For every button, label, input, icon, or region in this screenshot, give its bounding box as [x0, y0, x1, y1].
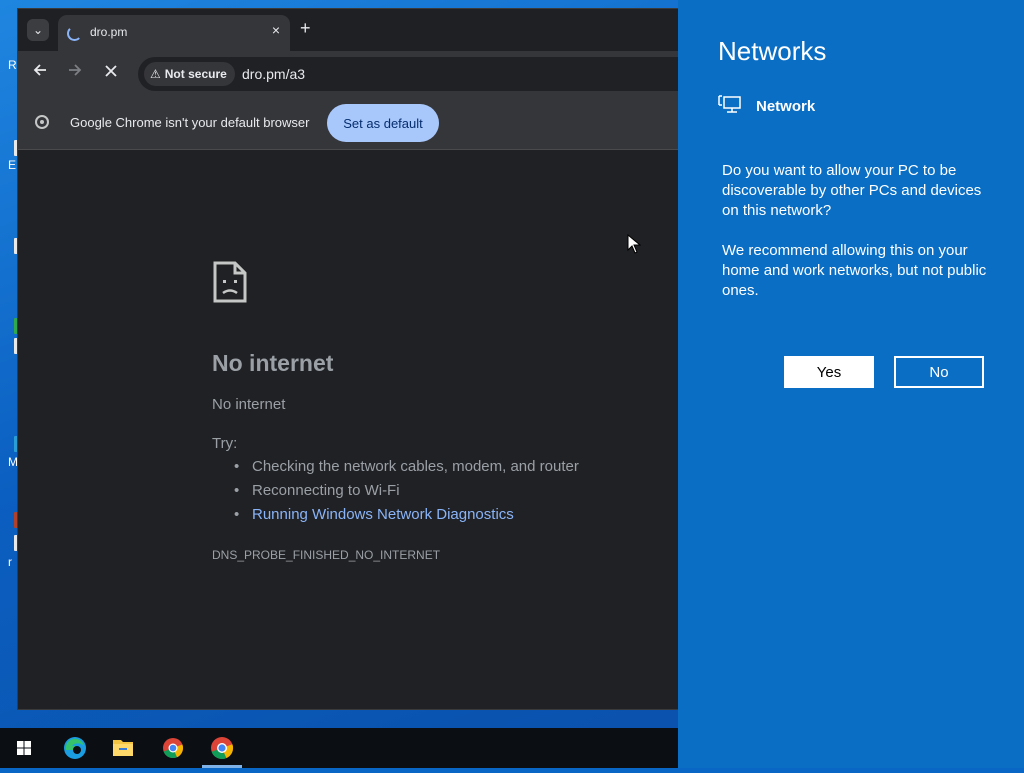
new-tab-button[interactable]: +: [300, 18, 311, 39]
chrome-icon: [211, 737, 234, 760]
networks-flyout: Networks Network Do you want to allow yo…: [678, 0, 1024, 768]
error-title: No internet: [212, 350, 334, 376]
chrome-window: ⌄ dro.pm × + ⚠ Not secure dro.pm/a3 Googl…: [18, 9, 680, 709]
chrome-logo-icon: [35, 115, 49, 129]
yes-button[interactable]: Yes: [784, 356, 874, 388]
desktop-icon-label[interactable]: M: [8, 455, 18, 469]
url-text[interactable]: dro.pm/a3: [242, 66, 305, 82]
chrome-icon: [163, 738, 184, 759]
suggestion-item: Checking the network cables, modem, and …: [234, 458, 579, 482]
network-diagnostics-link[interactable]: Running Windows Network Diagnostics: [234, 506, 579, 530]
edge-icon: [64, 737, 86, 759]
folder-icon: [113, 740, 133, 756]
desktop-icon-label[interactable]: r: [8, 555, 12, 569]
suggestion-list: Checking the network cables, modem, and …: [212, 458, 579, 530]
error-subtitle: No internet: [212, 396, 286, 413]
taskbar-chrome[interactable]: [151, 728, 195, 768]
tab-strip: ⌄ dro.pm × +: [18, 9, 680, 51]
infobar-message: Google Chrome isn't your default browser: [70, 115, 310, 130]
windows-logo-icon: [17, 741, 31, 755]
start-button[interactable]: [2, 728, 46, 768]
flyout-title: Networks: [718, 36, 827, 66]
warning-icon: ⚠: [150, 67, 161, 81]
forward-arrow-icon[interactable]: [67, 62, 83, 83]
stop-loading-icon[interactable]: [104, 62, 118, 83]
error-page: No internet No internet Try: Checking th…: [18, 150, 680, 709]
no-button[interactable]: No: [894, 356, 984, 388]
desktop-icon-label[interactable]: R: [8, 58, 17, 72]
back-arrow-icon[interactable]: [32, 62, 48, 83]
security-chip[interactable]: ⚠ Not secure: [144, 62, 235, 86]
discoverable-question: Do you want to allow your PC to be disco…: [722, 162, 982, 219]
error-code: DNS_PROBE_FINISHED_NO_INTERNET: [212, 548, 441, 562]
taskbar-edge[interactable]: [53, 728, 97, 768]
taskbar-file-explorer[interactable]: [101, 728, 145, 768]
browser-tab[interactable]: dro.pm ×: [58, 15, 290, 51]
recommendation-text: We recommend allowing this on your home …: [722, 242, 987, 299]
default-browser-infobar: Google Chrome isn't your default browser…: [18, 97, 680, 150]
try-label: Try:: [212, 435, 238, 452]
close-icon[interactable]: ×: [272, 22, 280, 38]
desktop-icon-label[interactable]: E: [8, 158, 16, 172]
set-as-default-button[interactable]: Set as default: [327, 104, 439, 142]
taskbar-chrome-active[interactable]: [200, 728, 244, 768]
suggestion-item: Reconnecting to Wi-Fi: [234, 482, 579, 506]
chevron-down-icon: ⌄: [32, 23, 44, 37]
browser-toolbar: ⚠ Not secure dro.pm/a3: [18, 51, 680, 97]
sad-document-icon: [213, 261, 247, 303]
tab-title: dro.pm: [90, 25, 128, 39]
wired-network-icon: [718, 95, 741, 113]
security-chip-label: Not secure: [164, 67, 227, 81]
tab-search-button[interactable]: ⌄: [27, 19, 49, 41]
address-bar[interactable]: ⚠ Not secure dro.pm/a3: [138, 57, 680, 91]
taskbar: [0, 728, 678, 768]
mouse-cursor-icon: [627, 234, 641, 254]
loading-spinner-icon: [67, 26, 82, 41]
network-name: Network: [756, 98, 816, 115]
